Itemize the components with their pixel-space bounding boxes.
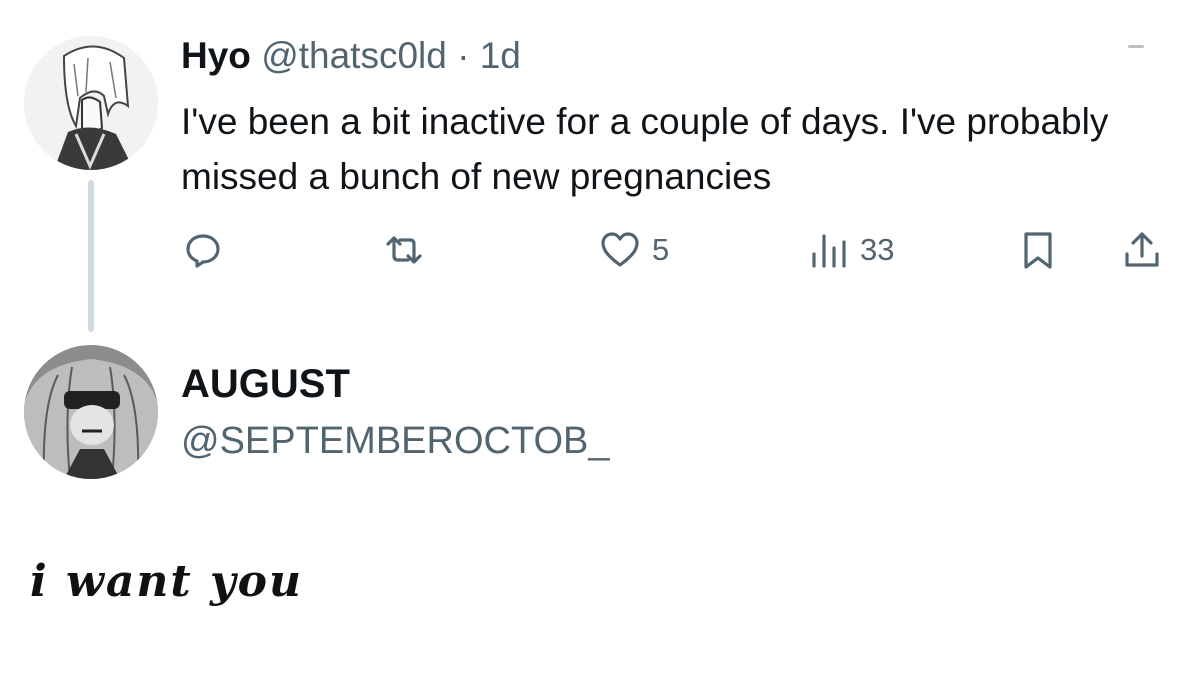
- thread-connector-line: [88, 180, 94, 332]
- avatar-hyo[interactable]: [24, 36, 158, 170]
- heart-icon: [601, 232, 639, 267]
- share-icon: [1125, 232, 1159, 267]
- bookmark-icon: [1024, 232, 1052, 269]
- reply-user-handle[interactable]: @SEPTEMBEROCTOB_: [181, 418, 610, 464]
- tweet-header: Hyo @thatsc0ld · 1d: [181, 34, 521, 78]
- avatar-hyo-image: [24, 36, 158, 170]
- views-button[interactable]: 33: [806, 228, 894, 272]
- header-separator: ·: [457, 35, 470, 76]
- reply-display-name[interactable]: AUGUST: [181, 360, 350, 408]
- like-count: 5: [652, 232, 670, 267]
- retweet-icon: [386, 236, 422, 264]
- caption-text: i want you: [30, 556, 303, 607]
- display-name[interactable]: Hyo: [181, 35, 251, 76]
- user-handle[interactable]: @thatsc0ld: [261, 35, 447, 76]
- views-icon: [812, 234, 846, 268]
- retweet-button[interactable]: [382, 228, 426, 272]
- reply-button[interactable]: [181, 228, 225, 272]
- avatar-august-image: [24, 345, 158, 479]
- share-button[interactable]: [1120, 228, 1164, 272]
- bookmark-button[interactable]: [1016, 228, 1060, 272]
- reply-icon: [186, 234, 220, 268]
- avatar-august[interactable]: [24, 345, 158, 479]
- tweet-text: I've been a bit inactive for a couple of…: [181, 101, 1109, 197]
- views-count: 33: [860, 232, 895, 267]
- timestamp[interactable]: 1d: [480, 35, 521, 76]
- more-options-button[interactable]: [1128, 45, 1144, 48]
- like-button[interactable]: 5: [598, 228, 669, 272]
